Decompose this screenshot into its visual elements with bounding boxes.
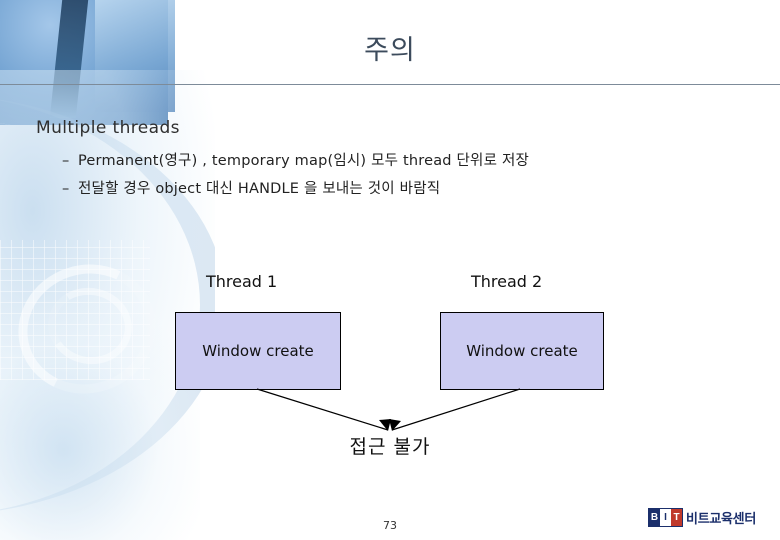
title-divider	[0, 84, 780, 85]
window-create-box-thread-2: Window create	[440, 312, 604, 390]
arrow-line-left	[256, 388, 389, 431]
logo-letter-i: I	[660, 509, 672, 526]
bg-soft-wash	[0, 70, 215, 540]
logo-letter-b: B	[649, 509, 661, 526]
bg-arc-thin	[0, 120, 178, 480]
arrow-line-right	[391, 388, 521, 431]
arrowhead-left	[379, 419, 391, 431]
footer-logo: B I T 비트교육센터	[648, 508, 756, 527]
body-heading: Multiple threads	[36, 118, 180, 138]
bg-swoosh-inner	[41, 280, 139, 372]
body-bullet-2-text: 전달할 경우 object 대신 HANDLE 을 보내는 것이 바람직	[78, 181, 441, 197]
bg-grid-lines	[0, 240, 150, 380]
bullet-dash-icon: –	[62, 181, 70, 197]
thread-2-label: Thread 2	[471, 272, 543, 291]
diagram-caption: 접근 불가	[349, 436, 431, 458]
bullet-dash-icon: –	[62, 153, 70, 169]
decorative-background-artwork	[0, 0, 215, 540]
thread-1-label: Thread 1	[206, 272, 278, 291]
logo-text: 비트교육센터	[686, 512, 756, 527]
window-create-box-thread-1: Window create	[175, 312, 341, 390]
body-bullet-1-text: Permanent(영구) , temporary map(임시) 모두 thr…	[78, 153, 530, 169]
body-bullet-2: – 전달할 경우 object 대신 HANDLE 을 보내는 것이 바람직	[62, 177, 440, 198]
body-bullet-1: – Permanent(영구) , temporary map(임시) 모두 th…	[62, 149, 529, 170]
arrowhead-right	[389, 419, 401, 431]
slide-title: 주의	[364, 35, 416, 66]
logo-mark-icon: B I T	[648, 508, 684, 527]
bg-swoosh-outer	[1, 246, 173, 412]
diagram-arrows	[256, 388, 521, 431]
logo-letter-t: T	[671, 509, 683, 526]
bg-soft-wash-lower	[0, 300, 200, 540]
slide: 주의 Multiple threads – Permanent(영구) , tem…	[0, 0, 780, 540]
